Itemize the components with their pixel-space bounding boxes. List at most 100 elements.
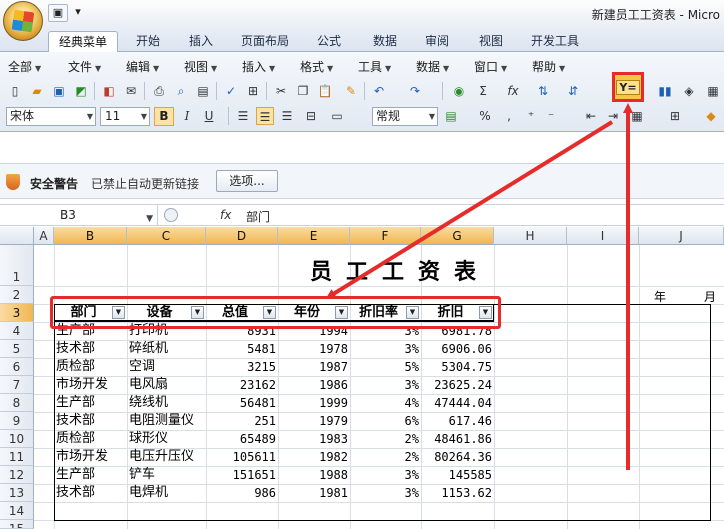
sort-ascending-icon[interactable]: ⇅ [534, 82, 552, 100]
table-cell[interactable]: 47444.04 [423, 394, 492, 412]
print-icon[interactable]: ⎙ [150, 82, 168, 100]
table-cell[interactable]: 电焊机 [129, 484, 204, 502]
column-header-e[interactable]: E [278, 227, 350, 245]
row-header-14[interactable]: 14 [0, 502, 34, 520]
table-cell[interactable]: 23625.24 [423, 376, 492, 394]
menu-tools[interactable]: 工具 ▼ [358, 58, 391, 75]
borders-icon[interactable]: ▦ [628, 107, 646, 125]
table-cell[interactable]: 3% [352, 466, 419, 484]
tab-formulas[interactable]: 公式 [306, 31, 352, 52]
tab-data[interactable]: 数据 [362, 31, 408, 52]
currency-icon[interactable]: ▤ [442, 107, 460, 125]
table-cell[interactable]: 3% [352, 376, 419, 394]
autofilter-button[interactable]: Y= [612, 72, 644, 102]
column-header-b[interactable]: B [54, 227, 127, 245]
format-painter-icon[interactable]: ✎ [342, 82, 360, 100]
underline-button[interactable]: U [200, 107, 218, 125]
copy-icon[interactable]: ❐ [294, 82, 312, 100]
table-cell[interactable]: 3215 [208, 358, 276, 376]
align-right-icon[interactable]: ☰ [278, 107, 296, 125]
increase-indent-icon[interactable]: ⇥ [604, 107, 622, 125]
tab-developer[interactable]: 开发工具 [524, 31, 586, 52]
tab-review[interactable]: 审阅 [414, 31, 460, 52]
italic-button[interactable]: I [178, 107, 196, 125]
column-header-a[interactable]: A [34, 227, 54, 245]
menu-file[interactable]: 文件 ▼ [68, 58, 101, 75]
table-cell[interactable]: 1999 [280, 394, 348, 412]
table-cell[interactable]: 空调 [129, 358, 204, 376]
redo-icon[interactable]: ↷ [406, 82, 424, 100]
open-folder-icon[interactable]: ▰ [28, 82, 46, 100]
new-file-icon[interactable]: ▯ [6, 82, 24, 100]
table-cell[interactable]: 电风扇 [129, 376, 204, 394]
hyperlink-icon[interactable]: ◉ [450, 82, 468, 100]
table-cell[interactable]: 56481 [208, 394, 276, 412]
table-cell[interactable]: 3% [352, 340, 419, 358]
table-cell[interactable]: 生产部 [56, 394, 125, 412]
chart-icon[interactable]: ▮▮ [656, 82, 674, 100]
worksheet[interactable]: A B C D E F G H I J 1 2 3 4 5 6 7 8 9 10… [0, 227, 724, 529]
table-cell[interactable]: 1978 [280, 340, 348, 358]
table-cell[interactable]: 1982 [280, 448, 348, 466]
tab-page-layout[interactable]: 页面布局 [232, 31, 298, 52]
menu-help[interactable]: 帮助 ▼ [532, 58, 565, 75]
tab-classic-menu[interactable]: 经典菜单 [48, 31, 118, 52]
fill-color-icon[interactable]: ◆ [702, 107, 720, 125]
formula-cancel-icon[interactable] [164, 208, 178, 222]
table-cell[interactable]: 技术部 [56, 340, 125, 358]
column-header-h[interactable]: H [494, 227, 567, 245]
name-box[interactable]: B3 ▼ [0, 205, 158, 226]
table-cell[interactable]: 2% [352, 430, 419, 448]
office-button[interactable] [3, 1, 43, 41]
menu-view[interactable]: 视图 ▼ [184, 58, 217, 75]
row-header-9[interactable]: 9 [0, 412, 34, 430]
table-cell[interactable]: 市场开发 [56, 376, 125, 394]
table-cell[interactable]: 6906.06 [423, 340, 492, 358]
column-header-f[interactable]: F [350, 227, 421, 245]
table-cell[interactable]: 绕线机 [129, 394, 204, 412]
menu-all[interactable]: 全部 ▼ [8, 58, 41, 75]
menu-window[interactable]: 窗口 ▼ [474, 58, 507, 75]
table-cell[interactable]: 48461.86 [423, 430, 492, 448]
menu-data[interactable]: 数据 ▼ [416, 58, 449, 75]
paste-icon[interactable]: 📋 [316, 82, 334, 100]
insert-function-icon[interactable]: fx [220, 208, 231, 222]
qat-dropdown-icon[interactable]: ▾ [71, 4, 85, 22]
table-cell[interactable]: 6% [352, 412, 419, 430]
formula-input[interactable]: 部门 [246, 208, 270, 225]
table-cell[interactable]: 电压升压仪 [129, 448, 204, 466]
column-header-c[interactable]: C [127, 227, 206, 245]
table-cell[interactable]: 1983 [280, 430, 348, 448]
decrease-decimal-icon[interactable]: ⁻ [542, 107, 560, 125]
grid-icon[interactable]: ▦ [704, 82, 722, 100]
table-cell[interactable]: 技术部 [56, 484, 125, 502]
table-cell[interactable]: 电阻测量仪 [129, 412, 204, 430]
table-cell[interactable]: 1988 [280, 466, 348, 484]
border-style-icon[interactable]: ⊞ [666, 107, 684, 125]
column-header-g[interactable]: G [421, 227, 494, 245]
align-left-icon[interactable]: ☰ [234, 107, 252, 125]
column-header-i[interactable]: I [567, 227, 639, 245]
page-setup-icon[interactable]: ▤ [194, 82, 212, 100]
sort-descending-icon[interactable]: ⇵ [564, 82, 582, 100]
permission-icon[interactable]: ◩ [72, 82, 90, 100]
table-cell[interactable]: 5481 [208, 340, 276, 358]
row-header-3[interactable]: 3 [0, 304, 34, 322]
table-cell[interactable]: 市场开发 [56, 448, 125, 466]
table-cell[interactable]: 23162 [208, 376, 276, 394]
save-icon[interactable]: ▣ [50, 82, 68, 100]
table-cell[interactable]: 145585 [423, 466, 492, 484]
font-size-select[interactable]: 11 ▼ [100, 107, 150, 126]
insert-function-icon[interactable]: fx [504, 82, 522, 100]
pdf-icon[interactable]: ◧ [100, 82, 118, 100]
table-cell[interactable]: 2% [352, 448, 419, 466]
row-header-4[interactable]: 4 [0, 322, 34, 340]
row-header-13[interactable]: 13 [0, 484, 34, 502]
increase-decimal-icon[interactable]: ⁺ [522, 107, 540, 125]
table-cell[interactable]: 铲车 [129, 466, 204, 484]
select-all-corner[interactable] [0, 227, 34, 245]
table-cell[interactable]: 1979 [280, 412, 348, 430]
spelling-icon[interactable]: ✓ [222, 82, 240, 100]
email-icon[interactable]: ✉ [122, 82, 140, 100]
table-cell[interactable]: 251 [208, 412, 276, 430]
